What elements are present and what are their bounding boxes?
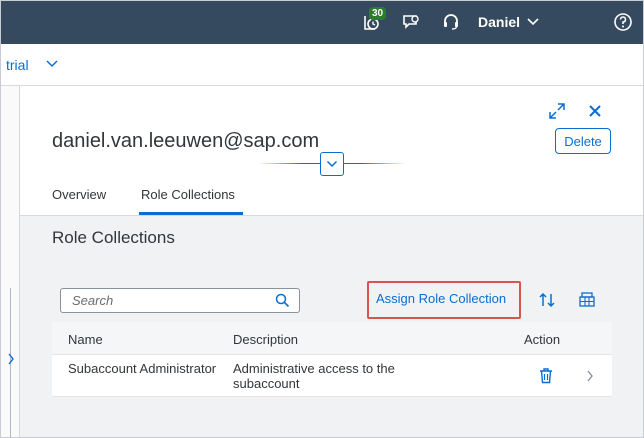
tab-role-collections[interactable]: Role Collections: [141, 187, 235, 202]
selected-tab-indicator: [139, 212, 243, 215]
table-header: Name Description Action: [52, 322, 612, 355]
cell-description: Administrative access to the subaccount: [233, 361, 395, 391]
expand-icon: [549, 103, 565, 119]
help-button[interactable]: [608, 0, 638, 44]
chevron-down-icon: [326, 160, 338, 168]
chevron-right-icon[interactable]: [586, 369, 594, 383]
user-name: Daniel: [478, 14, 521, 30]
breadcrumb-link[interactable]: trial: [6, 57, 29, 73]
support-headset-icon: [444, 14, 458, 30]
page-title: daniel.van.leeuwen@sap.com: [52, 130, 320, 152]
chevron-down-icon: [527, 18, 539, 26]
cell-name: Subaccount Administrator: [68, 361, 217, 376]
column-header-name: Name: [68, 332, 103, 347]
object-page-header: daniel.van.leeuwen@sap.com Delete Overvi…: [20, 86, 644, 216]
table-settings-icon[interactable]: [578, 291, 596, 309]
feedback-button[interactable]: [398, 0, 424, 44]
close-button[interactable]: [584, 100, 606, 122]
breadcrumb-bar: trial: [0, 44, 644, 86]
search-input[interactable]: Search: [60, 288, 300, 313]
section-title: Role Collections: [52, 228, 175, 247]
feedback-icon: [403, 15, 419, 29]
support-button[interactable]: [438, 0, 464, 44]
column-header-description: Description: [233, 332, 299, 347]
chevron-right-icon[interactable]: [7, 352, 15, 366]
help-icon: [614, 13, 632, 31]
delete-button[interactable]: Delete: [555, 128, 611, 154]
shell-bar: 30 Daniel: [0, 0, 644, 44]
trash-icon[interactable]: [538, 367, 554, 384]
fullscreen-button[interactable]: [546, 100, 568, 122]
close-icon: [589, 105, 601, 117]
chevron-down-icon[interactable]: [44, 56, 60, 72]
user-menu[interactable]: Daniel: [478, 0, 540, 44]
notification-count-badge: 30: [369, 7, 387, 20]
search-icon[interactable]: [275, 293, 290, 308]
tab-overview[interactable]: Overview: [52, 187, 106, 202]
highlight-box: [367, 281, 521, 319]
collapse-header-button[interactable]: [320, 152, 344, 176]
column-header-action: Action: [524, 332, 561, 347]
sort-icon[interactable]: [538, 291, 556, 309]
search-placeholder: Search: [72, 293, 114, 308]
table-row[interactable]: Subaccount Administrator Administrative …: [52, 355, 612, 397]
